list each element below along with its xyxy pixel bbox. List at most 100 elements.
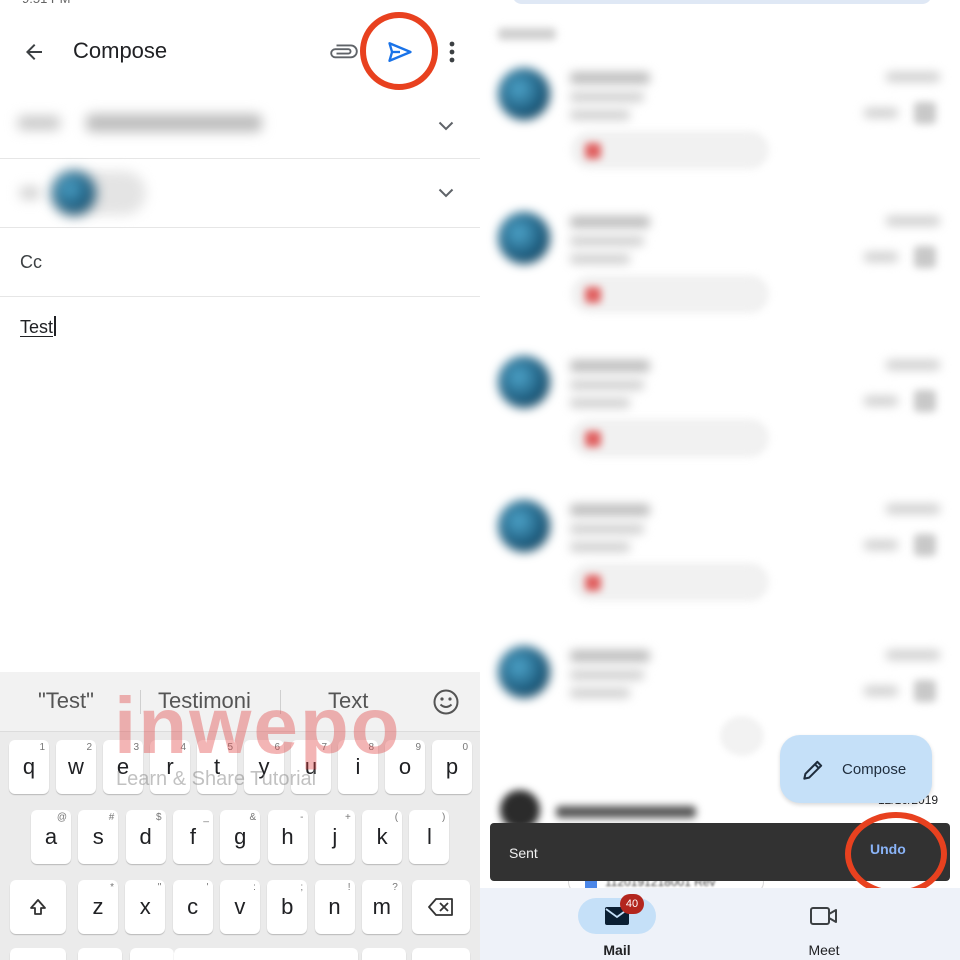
key-hint: 7	[321, 742, 327, 753]
key-h[interactable]: -h	[267, 810, 308, 864]
attachment-chip[interactable]	[572, 564, 768, 600]
send-button[interactable]	[380, 32, 420, 72]
cc-label: Cc	[20, 252, 42, 272]
sender-redacted	[570, 72, 650, 84]
key-p[interactable]: 0p	[432, 740, 472, 794]
key-label: h	[281, 824, 294, 849]
attachment-paperclip-icon[interactable]	[326, 34, 362, 70]
from-field[interactable]	[0, 92, 480, 159]
key-m[interactable]: ? m	[361, 880, 402, 934]
key-hint: (	[394, 812, 399, 823]
avatar	[498, 646, 550, 698]
avatar	[498, 68, 550, 120]
cc-field[interactable]: Cc	[0, 228, 480, 297]
suggestion-item[interactable]: Testimoni	[158, 688, 251, 714]
nav-label-mail: Mail	[603, 942, 631, 958]
chevron-down-icon[interactable]	[436, 183, 456, 203]
avatar	[498, 500, 550, 552]
backspace-key[interactable]	[412, 880, 470, 934]
star-icon[interactable]	[914, 534, 936, 556]
backspace-icon	[428, 898, 453, 916]
key-y[interactable]: 6y	[244, 740, 284, 794]
back-arrow-icon[interactable]	[16, 34, 52, 70]
star-icon[interactable]	[914, 390, 936, 412]
list-item[interactable]	[480, 494, 960, 634]
key-n[interactable]: ! n	[314, 880, 355, 934]
key-q[interactable]: 1q	[9, 740, 49, 794]
key-hint: *	[110, 882, 114, 893]
list-item[interactable]	[480, 350, 960, 490]
key-w[interactable]: 2w	[56, 740, 96, 794]
undo-button[interactable]: Undo	[870, 841, 906, 857]
label-redacted	[864, 252, 898, 262]
key-c[interactable]: ' c	[172, 880, 213, 934]
key-hint: _	[203, 812, 209, 823]
key-b[interactable]: ; b	[267, 880, 308, 934]
nav-item-mail[interactable]: 40 Mail	[578, 888, 656, 960]
emoji-icon[interactable]	[430, 686, 462, 718]
subject-text: Test	[20, 317, 54, 337]
search-bar[interactable]	[512, 0, 932, 4]
nav-label-meet: Meet	[808, 942, 840, 958]
attachment-chip[interactable]	[572, 132, 768, 168]
punctuation-key[interactable]	[362, 948, 406, 960]
video-camera-icon	[810, 907, 837, 925]
suggestion-item[interactable]: "Test"	[38, 688, 94, 714]
snippet-redacted	[570, 254, 630, 264]
avatar	[52, 171, 96, 215]
key-a[interactable]: @ a	[31, 810, 71, 864]
space-key[interactable]	[174, 948, 358, 960]
key-hint: :	[253, 882, 256, 893]
key-hint: &	[249, 812, 257, 823]
shift-key[interactable]	[10, 880, 66, 934]
key-label: n	[328, 894, 341, 919]
symbols-key[interactable]	[10, 948, 66, 960]
label-redacted	[864, 540, 898, 550]
subject-input[interactable]: Test	[20, 316, 56, 338]
key-f[interactable]: _ f	[172, 810, 213, 864]
star-icon[interactable]	[914, 680, 936, 702]
attachment-chip[interactable]	[572, 420, 768, 456]
sender-redacted	[570, 360, 650, 372]
suggestion-item[interactable]: Text	[328, 688, 368, 714]
compose-fab-button[interactable]: Compose	[780, 735, 932, 803]
enter-key[interactable]	[412, 948, 470, 960]
nav-item-meet[interactable]: Meet	[785, 888, 863, 960]
key-v[interactable]: :v	[219, 880, 260, 934]
key-o[interactable]: 9o	[385, 740, 425, 794]
key-k[interactable]: (k	[362, 810, 403, 864]
key-x[interactable]: " x	[125, 880, 166, 934]
key-z[interactable]: * z	[78, 880, 118, 934]
key-e[interactable]: 3e	[103, 740, 143, 794]
more-options-icon[interactable]	[440, 34, 464, 70]
compose-toolbar: Compose	[0, 20, 480, 84]
subject-redacted	[570, 670, 644, 680]
key-label: l	[426, 824, 432, 849]
star-icon[interactable]	[914, 102, 936, 124]
key-s[interactable]: # s	[78, 810, 119, 864]
key-d[interactable]: $ d	[125, 810, 166, 864]
to-field[interactable]	[0, 159, 480, 228]
attachment-chip[interactable]	[572, 276, 768, 312]
key-j[interactable]: + j	[314, 810, 355, 864]
chevron-down-icon[interactable]	[436, 116, 456, 136]
snippet-redacted	[570, 398, 630, 408]
mic-key[interactable]	[130, 948, 174, 960]
key-l[interactable]: ) l	[409, 810, 450, 864]
key-u[interactable]: 7u	[291, 740, 331, 794]
status-bar: 9:51 PM	[0, 0, 480, 8]
send-icon	[388, 42, 412, 62]
key-r[interactable]: 4r	[150, 740, 190, 794]
key-t[interactable]: 5t	[197, 740, 237, 794]
key-label: s	[92, 824, 104, 849]
system-icons	[370, 0, 450, 2]
list-item[interactable]	[480, 62, 960, 202]
key-hint: 6	[274, 742, 280, 753]
key-i[interactable]: 8i	[338, 740, 378, 794]
key-label: t	[213, 754, 221, 779]
list-item[interactable]	[480, 206, 960, 346]
key-g[interactable]: & g	[220, 810, 261, 864]
star-icon[interactable]	[914, 246, 936, 268]
key-hint: 8	[368, 742, 374, 753]
comma-key[interactable]	[78, 948, 122, 960]
